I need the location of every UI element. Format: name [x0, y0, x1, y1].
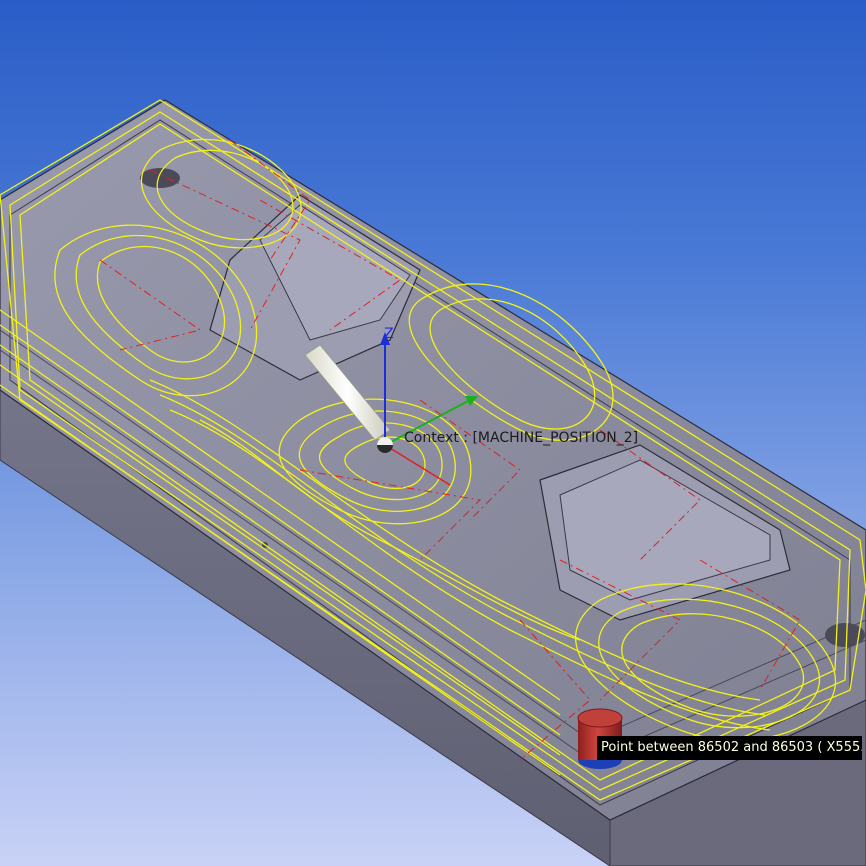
context-label: Context : [MACHINE_POSITION_2] [404, 430, 638, 446]
cam-3d-viewport[interactable]: Z Context : [MACHINE_POSITION_2] Point b… [0, 0, 866, 866]
axis-z-label: Z [384, 326, 394, 342]
point-info-tooltip: Point between 86502 and 86503 ( X555.0 [597, 736, 862, 760]
hole-top-left [140, 168, 180, 188]
